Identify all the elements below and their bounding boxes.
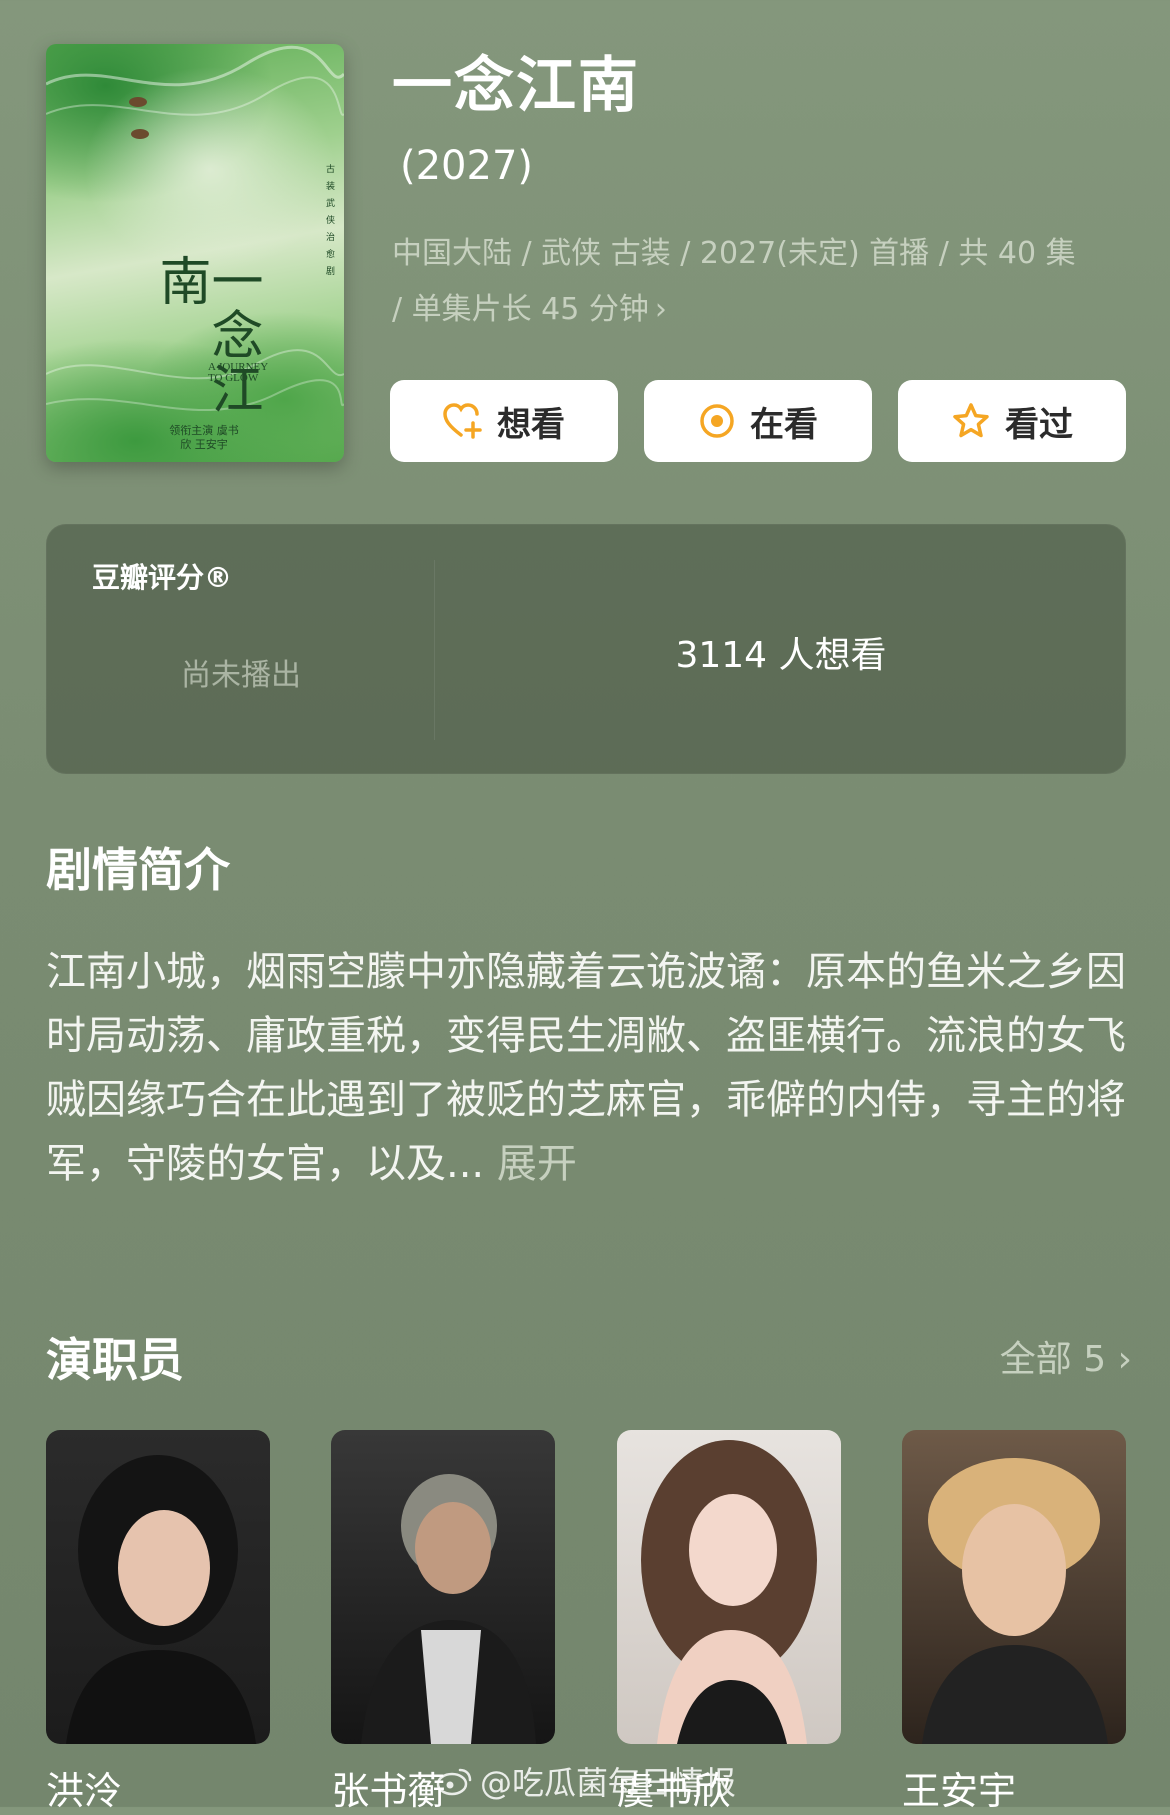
show-meta-text: 中国大陆 / 武侠 古装 / 2027(未定) 首播 / 共 40 集 / 单集… <box>392 236 1076 327</box>
watching-button[interactable]: 在看 <box>644 380 872 462</box>
synopsis-text: 江南小城，烟雨空朦中亦隐藏着云诡波谲：原本的鱼米之乡因时局动荡、庸政重税，变得民… <box>46 940 1136 1196</box>
target-icon <box>698 402 736 440</box>
cast-card[interactable]: 洪泠 <box>46 1430 270 1813</box>
show-title: 一念江南 <box>392 51 640 121</box>
person-silhouette-icon <box>361 1474 537 1744</box>
cast-card[interactable]: 虞书欣 <box>616 1430 841 1813</box>
heart-plus-icon <box>443 403 483 439</box>
synopsis-body: 江南小城，烟雨空朦中亦隐藏着云诡波谲：原本的鱼米之乡因时局动荡、庸政重税，变得民… <box>46 949 1126 1187</box>
cast-photo <box>46 1430 270 1744</box>
expand-link[interactable]: 展开 <box>497 1141 577 1187</box>
action-bar: 想看 在看 看过 <box>390 380 1126 462</box>
rating-label: 豆瓣评分® <box>92 561 233 594</box>
watching-label: 在看 <box>750 404 818 445</box>
poster-subtitle: A JOURNEY TO GLOW <box>208 361 268 384</box>
watermark: @吃瓜菌每日情报 <box>436 1758 736 1804</box>
chevron-right-icon: › <box>654 292 667 327</box>
cast-card[interactable]: 王安宇 <box>901 1430 1126 1813</box>
star-icon <box>951 402 991 440</box>
wish-count: 3114 人想看 <box>675 635 887 676</box>
cast-list: 洪泠 张书蘅 虞书欣 王安宇 <box>46 1430 1126 1813</box>
person-silhouette-icon <box>640 1440 817 1744</box>
show-year: (2027) <box>400 143 534 189</box>
poster-tagline: 古装武侠治愈剧 <box>324 164 334 283</box>
rating-card: 豆瓣评分® 尚未播出 3114 人想看 <box>46 524 1126 774</box>
rating-status: 尚未播出 <box>181 658 301 693</box>
poster-credits: 领衔主演 虞书欣 王安宇 <box>169 424 239 451</box>
chevron-right-icon: › <box>1117 1339 1132 1380</box>
cast-photo <box>331 1430 556 1744</box>
cast-card[interactable]: 张书蘅 <box>331 1430 556 1813</box>
cast-all-link[interactable]: 全部 5 › <box>1000 1330 1132 1382</box>
person-silhouette-icon <box>66 1455 256 1744</box>
want-to-watch-button[interactable]: 想看 <box>390 380 618 462</box>
watermark-text: @吃瓜菌每日情报 <box>480 1764 737 1802</box>
cast-title: 演职员 <box>46 1333 184 1387</box>
cast-all-label: 全部 5 <box>999 1339 1107 1380</box>
cast-photo <box>616 1430 841 1744</box>
show-meta[interactable]: 中国大陆 / 武侠 古装 / 2027(未定) 首播 / 共 40 集 / 单集… <box>392 226 1092 338</box>
weibo-logo-icon <box>436 1766 472 1796</box>
person-silhouette-icon <box>921 1458 1108 1744</box>
want-to-watch-label: 想看 <box>497 404 565 445</box>
poster-image[interactable]: 一念江南 A JOURNEY TO GLOW 古装武侠治愈剧 领衔主演 虞书欣 … <box>46 44 344 462</box>
watched-button[interactable]: 看过 <box>898 380 1126 462</box>
cast-photo <box>901 1430 1126 1744</box>
rating-divider <box>434 560 435 740</box>
watched-label: 看过 <box>1005 404 1073 445</box>
synopsis-title: 剧情简介 <box>46 843 230 897</box>
